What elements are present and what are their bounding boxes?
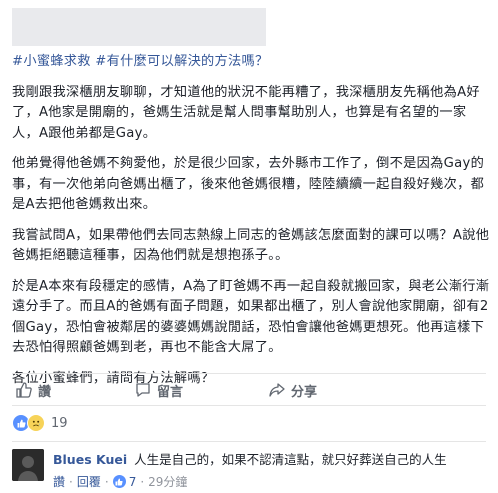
share-arrow-icon [269, 383, 285, 397]
divider [12, 441, 486, 442]
comment-label: 留言 [157, 384, 184, 400]
hashtag-line: #小蜜蜂求救 #有什麼可以解決的方法嗎？ [12, 52, 490, 73]
comment-like-count[interactable]: 7 [129, 475, 137, 489]
comment-like-icon [112, 475, 126, 488]
like-label: 讚 [38, 384, 52, 400]
comment-content: Blues Kuei 人生是自己的，如果不認清這點，就只好葬送自己的人生 [53, 452, 483, 468]
divider [12, 405, 486, 406]
post-paragraph: 我剛跟我深櫃朋友聊聊，才知道他的狀況不能再糟了，我深櫃朋友先稱他為A好了，A他家… [12, 84, 480, 141]
reaction-count: 19 [51, 415, 68, 431]
separator: · [140, 474, 145, 489]
speech-bubble-icon [136, 383, 150, 397]
post-paragraph: 於是A本來有段穩定的感情，A為了盯爸媽不再一起自殺就搬回家，與老公漸行漸遠分手了… [12, 278, 490, 356]
share-label: 分享 [291, 384, 318, 400]
facebook-post: #小蜜蜂求救 #有什麼可以解決的方法嗎？ 我剛跟我深櫃朋友聊聊，才知道他的狀況不… [0, 0, 498, 493]
comment-timestamp[interactable]: 29分鐘 [148, 473, 187, 490]
post-paragraph: 我嘗試問A，如果帶他們去同志熱線上同志的爸媽該怎麼面對的課可以嗎？A說他爸媽拒絕… [12, 227, 490, 264]
comment-like-link[interactable]: 讚 [53, 473, 65, 490]
post-action-bar: 讚 留言 分享 [12, 373, 486, 403]
comment-button[interactable]: 留言 [135, 381, 183, 400]
separator: · [69, 474, 73, 489]
post-body: #小蜜蜂求救 #有什麼可以解決的方法嗎？ 我剛跟我深櫃朋友聊聊，才知道他的狀況不… [12, 52, 490, 399]
post-paragraph: 他弟覺得他爸媽不夠愛他，於是很少回家，去外縣市工作了，倒不是因為Gay的事，有一… [12, 156, 485, 212]
post-header-redacted [12, 8, 266, 46]
comment-reply-link[interactable]: 回覆 [77, 473, 101, 490]
separator: · [104, 474, 109, 489]
hashtag-link[interactable]: #小蜜蜂求救 [12, 54, 91, 69]
like-button[interactable]: 讚 [16, 381, 51, 400]
avatar[interactable] [12, 449, 44, 481]
comment-author[interactable]: Blues Kuei [53, 452, 127, 467]
share-button[interactable]: 分享 [269, 381, 317, 400]
comment-item: Blues Kuei 人生是自己的，如果不認清這點，就只好葬送自己的人生 讚 ·… [12, 449, 490, 489]
comment-text: 人生是自己的，如果不認清這點，就只好葬送自己的人生 [134, 452, 447, 467]
reactions-summary[interactable]: 19 [12, 413, 68, 433]
sad-reaction-icon [27, 414, 45, 432]
comment-meta: 讚 · 回覆 · 7 · 29分鐘 [53, 473, 187, 490]
thumbs-up-icon [16, 382, 32, 398]
hashtag-link[interactable]: #有什麼可以解決的方法嗎？ [95, 54, 268, 69]
